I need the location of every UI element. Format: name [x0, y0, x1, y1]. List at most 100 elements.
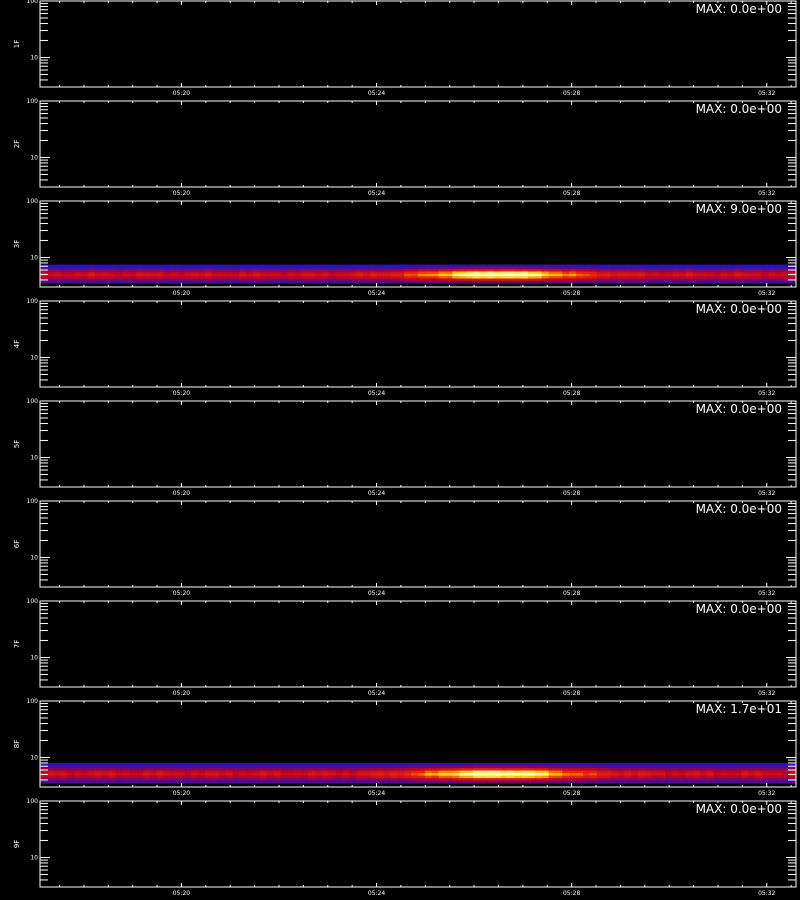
heatmap-cell [617, 773, 625, 777]
heatmap-cell [624, 768, 632, 771]
heatmap-cell [218, 266, 226, 270]
heatmap-cell [617, 770, 625, 774]
heatmap-cell [500, 278, 508, 282]
heatmap-cell [349, 773, 357, 777]
heatmap-cell [349, 264, 357, 268]
heatmap-band [40, 762, 797, 784]
heatmap-cell [314, 269, 323, 272]
heatmap-cell [369, 775, 378, 779]
heatmap-cell [589, 778, 598, 782]
heatmap-cell [94, 780, 103, 784]
heatmap-cell [198, 276, 206, 279]
heatmap-cell [170, 269, 178, 272]
heatmap-cell [569, 780, 577, 784]
heatmap-cell [301, 780, 309, 784]
heatmap-cell [754, 264, 763, 268]
heatmap-cell [658, 780, 666, 784]
y-axis-label: 3F [13, 240, 21, 248]
heatmap-cell [521, 768, 529, 771]
heatmap-cell [246, 269, 254, 272]
heatmap-cell [596, 770, 604, 774]
heatmap-cell [548, 271, 556, 275]
heatmap-cell [335, 264, 343, 268]
heatmap-cell [424, 780, 433, 784]
heatmap-cell [397, 266, 405, 270]
heatmap-cell [686, 276, 694, 279]
x-tick-label: 05:32 [758, 590, 775, 597]
heatmap-cell [184, 775, 192, 779]
heatmap-cell [404, 768, 412, 771]
heatmap-cell [191, 775, 199, 779]
heatmap-cell [500, 280, 508, 284]
y-axis-label: 9F [13, 840, 21, 848]
heatmap-cell [782, 266, 790, 270]
heatmap-cell [273, 768, 281, 771]
heatmap-cell [170, 768, 178, 771]
heatmap-cell [651, 780, 659, 784]
heatmap-cell [67, 278, 75, 282]
heatmap-cell [754, 765, 763, 769]
heatmap-cell [686, 775, 694, 779]
heatmap-cell [369, 273, 378, 277]
heatmap-cell [273, 278, 281, 282]
heatmap-cell [369, 264, 378, 268]
heatmap-cell [631, 269, 639, 272]
heatmap-cell [603, 762, 611, 766]
heatmap-cell [507, 266, 515, 270]
heatmap-cell [527, 765, 536, 769]
heatmap-cell [672, 775, 680, 779]
heatmap-cell [81, 780, 89, 784]
x-tick-label: 05:28 [563, 690, 580, 697]
heatmap-cell [191, 778, 199, 782]
heatmap-cell [60, 264, 68, 268]
heatmap-cell [472, 778, 481, 782]
x-tick-label: 05:32 [758, 390, 775, 397]
heatmap-cell [81, 770, 89, 774]
heatmap-cell [651, 264, 659, 268]
heatmap-cell [40, 770, 48, 774]
heatmap-cell [692, 770, 701, 774]
heatmap-cell [81, 778, 89, 782]
heatmap-cell [466, 775, 474, 779]
heatmap-cell [108, 269, 116, 272]
plot-frame [39, 800, 797, 888]
heatmap-cell [507, 778, 515, 782]
heatmap-cell [273, 273, 281, 277]
heatmap-cell [747, 775, 756, 779]
heatmap-cell [727, 280, 735, 284]
heatmap-cell [782, 768, 790, 771]
heatmap-cell [321, 773, 330, 777]
heatmap-cell [631, 770, 639, 774]
heatmap-cell [479, 765, 488, 769]
heatmap-cell [431, 765, 440, 769]
heatmap-cell [101, 276, 110, 279]
heatmap-cell [445, 765, 453, 769]
heatmap-cell [637, 264, 646, 268]
heatmap-cell [411, 278, 419, 282]
heatmap-cell [424, 768, 433, 771]
heatmap-cell [761, 775, 769, 779]
heatmap-cell [335, 280, 343, 284]
heatmap-cell [74, 765, 82, 769]
heatmap-cell [259, 271, 268, 275]
heatmap-cell [713, 271, 721, 275]
heatmap-cell [225, 762, 233, 766]
heatmap-cell [280, 280, 288, 284]
heatmap-cell [232, 768, 240, 771]
heatmap-cell [143, 278, 151, 282]
heatmap-cell [280, 264, 288, 268]
heatmap-cell [308, 269, 316, 272]
heatmap-cell [301, 280, 309, 284]
heatmap-cell [706, 770, 714, 774]
heatmap-cell [321, 768, 330, 771]
heatmap-cell [129, 280, 137, 284]
heatmap-cell [527, 264, 536, 268]
heatmap-cell [527, 780, 536, 784]
heatmap-cell [741, 775, 749, 779]
heatmap-cell [507, 276, 515, 279]
heatmap-cell [582, 765, 591, 769]
heatmap-cell [486, 280, 494, 284]
heatmap-cell [479, 271, 488, 275]
heatmap-cell [232, 280, 240, 284]
heatmap-cell [101, 264, 110, 268]
